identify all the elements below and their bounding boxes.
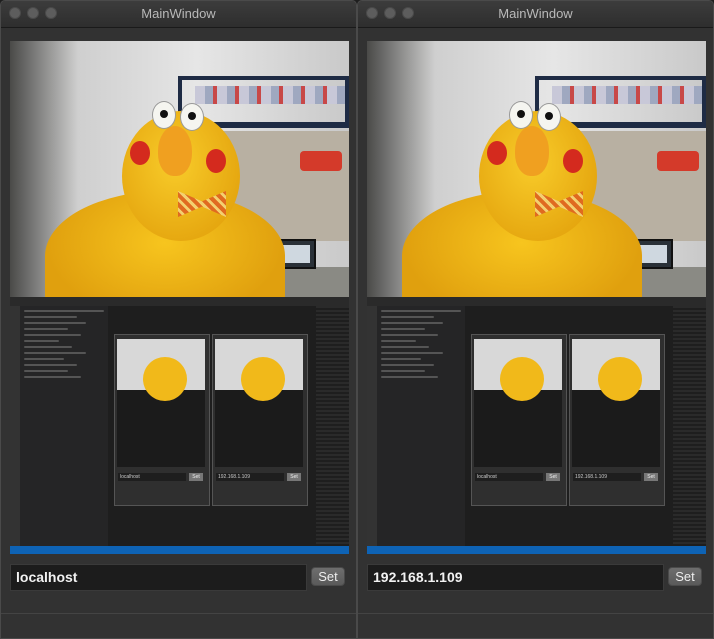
title-bar[interactable]: MainWindow bbox=[358, 1, 713, 28]
captured-editor: localhost Set 192.168.1.109 Set bbox=[108, 306, 316, 546]
red-basket bbox=[300, 151, 342, 171]
chick-cheek-left bbox=[130, 141, 150, 165]
captured-window-right: 192.168.1.109 Set bbox=[212, 334, 308, 506]
set-button[interactable]: Set bbox=[311, 567, 345, 586]
main-window-left: MainWindow localhost Set 192.168.1.109 S… bbox=[0, 0, 357, 639]
divider bbox=[358, 613, 713, 614]
window-title: MainWindow bbox=[141, 6, 216, 21]
captured-video bbox=[215, 339, 303, 467]
pupil bbox=[188, 112, 196, 120]
captured-activity-bar bbox=[367, 306, 377, 546]
chick-beak bbox=[515, 126, 549, 176]
captured-editor: localhost Set 192.168.1.109 Set bbox=[465, 306, 673, 546]
chick-beak bbox=[158, 126, 192, 176]
host-address-input[interactable]: localhost bbox=[10, 564, 307, 591]
chick-eye-left bbox=[509, 101, 533, 129]
captured-sidebar bbox=[377, 306, 465, 546]
captured-chick bbox=[241, 357, 285, 401]
captured-set-button: Set bbox=[546, 473, 560, 481]
pupil bbox=[160, 110, 168, 118]
captured-minimap bbox=[316, 306, 349, 546]
pupil bbox=[545, 112, 553, 120]
red-basket bbox=[657, 151, 699, 171]
host-address-input[interactable]: 192.168.1.109 bbox=[367, 564, 664, 591]
captured-video bbox=[117, 339, 205, 467]
video-stream-view: localhost Set 192.168.1.109 Set bbox=[10, 41, 349, 554]
chick-cheek-right bbox=[206, 149, 226, 173]
captured-host-field: localhost bbox=[475, 473, 543, 481]
video-stream-view: localhost Set 192.168.1.109 Set bbox=[367, 41, 706, 554]
captured-set-button: Set bbox=[287, 473, 301, 481]
captured-host-field: localhost bbox=[118, 473, 186, 481]
chick-cheek-right bbox=[563, 149, 583, 173]
captured-video bbox=[572, 339, 660, 467]
window-title: MainWindow bbox=[498, 6, 573, 21]
set-button[interactable]: Set bbox=[668, 567, 702, 586]
captured-set-button: Set bbox=[189, 473, 203, 481]
divider bbox=[1, 613, 356, 614]
bedding bbox=[195, 86, 345, 104]
captured-status-bar bbox=[10, 546, 349, 554]
captured-window-right: 192.168.1.109 Set bbox=[569, 334, 665, 506]
chick-eye-right bbox=[537, 103, 561, 131]
screen-capture: localhost Set 192.168.1.109 Set bbox=[367, 297, 706, 554]
captured-window-left: localhost Set bbox=[471, 334, 567, 506]
title-bar[interactable]: MainWindow bbox=[1, 1, 356, 28]
captured-video bbox=[474, 339, 562, 467]
chick-cheek-left bbox=[487, 141, 507, 165]
captured-sidebar bbox=[20, 306, 108, 546]
bedding bbox=[552, 86, 702, 104]
chick-eye-right bbox=[180, 103, 204, 131]
captured-set-button: Set bbox=[644, 473, 658, 481]
screen-capture: localhost Set 192.168.1.109 Set bbox=[10, 297, 349, 554]
captured-chick bbox=[143, 357, 187, 401]
captured-chick bbox=[500, 357, 544, 401]
captured-minimap bbox=[673, 306, 706, 546]
captured-status-bar bbox=[367, 546, 706, 554]
captured-chick bbox=[598, 357, 642, 401]
main-window-right: MainWindow localhost Set 192.168.1.109 S… bbox=[357, 0, 714, 639]
captured-activity-bar bbox=[10, 306, 20, 546]
captured-host-field: 192.168.1.109 bbox=[216, 473, 284, 481]
captured-window-left: localhost Set bbox=[114, 334, 210, 506]
pupil bbox=[517, 110, 525, 118]
captured-host-field: 192.168.1.109 bbox=[573, 473, 641, 481]
chick-eye-left bbox=[152, 101, 176, 129]
